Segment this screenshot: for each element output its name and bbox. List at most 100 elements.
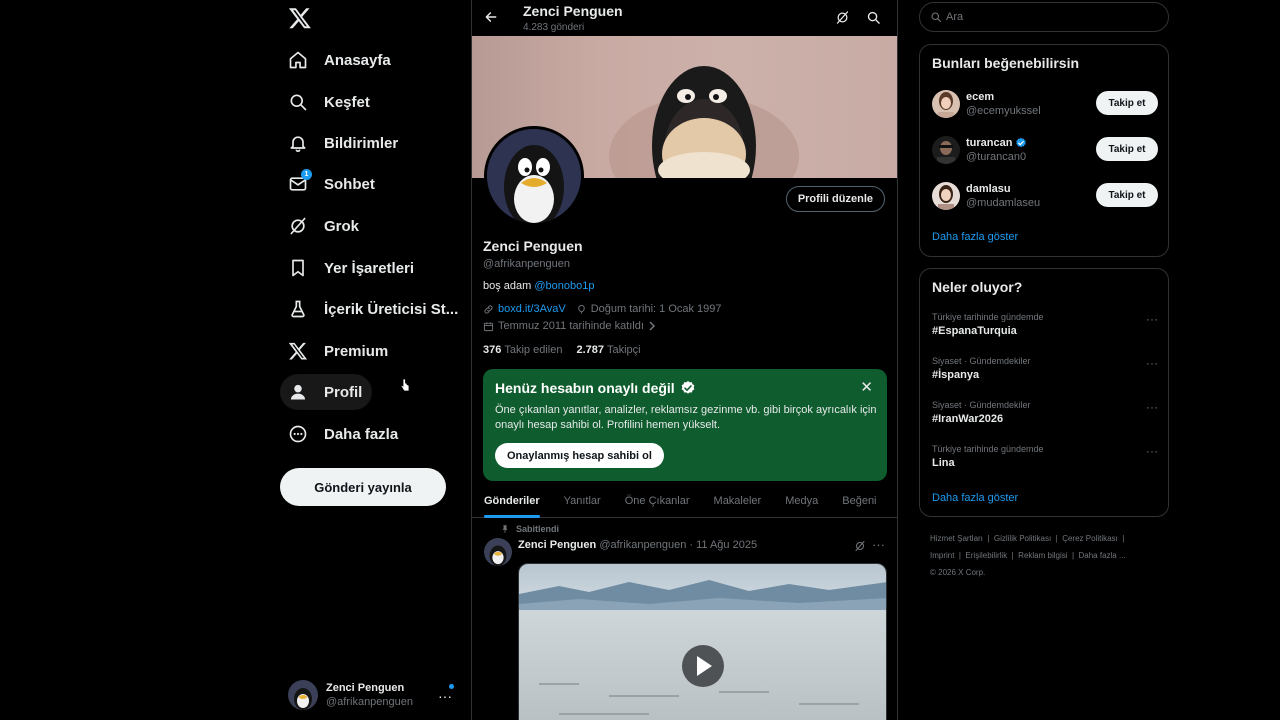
- tab-likes[interactable]: Beğeni: [830, 484, 888, 518]
- pinned-label: Sabitlendi: [516, 524, 560, 534]
- suggested-user-handle: @turancan0: [966, 151, 1027, 163]
- nav-label: Keşfet: [324, 93, 370, 111]
- account-name: Zenci Penguen: [326, 682, 405, 694]
- tab-replies[interactable]: Yanıtlar: [552, 484, 613, 518]
- more-icon[interactable]: ···: [1146, 400, 1158, 414]
- suggested-user[interactable]: turancan @turancan0 Takip et: [932, 134, 1158, 166]
- x-logo-icon[interactable]: [288, 6, 312, 30]
- follow-button[interactable]: Takip et: [1096, 183, 1158, 207]
- nav-label: Sohbet: [324, 175, 375, 193]
- followers-count: 2.787: [576, 344, 604, 356]
- left-nav: Anasayfa Keşfet Bildirimler 1 Sohbet Gro…: [280, 0, 470, 720]
- grok-icon[interactable]: [835, 10, 850, 25]
- calendar-icon: [483, 321, 494, 331]
- creator-studio-icon: [288, 299, 308, 319]
- account-switcher[interactable]: Zenci Penguen @afrikanpenguen ···: [288, 678, 464, 712]
- suggested-user[interactable]: ecem @ecemyukssel Takip et: [932, 88, 1158, 120]
- nav-item-chat[interactable]: 1 Sohbet: [280, 166, 385, 202]
- birthday: Doğum tarihi: 1 Ocak 1997: [590, 303, 722, 315]
- close-icon[interactable]: ✕: [860, 378, 873, 396]
- post-author[interactable]: Zenci Penguen: [518, 539, 596, 551]
- more-icon[interactable]: ···: [1146, 356, 1158, 370]
- nav-item-more[interactable]: Daha fazla: [280, 416, 408, 452]
- tab-highlights[interactable]: Öne Çıkanlar: [613, 484, 702, 518]
- nav-label: Daha fazla: [324, 425, 399, 443]
- profile-avatar[interactable]: [484, 126, 584, 226]
- show-more-link[interactable]: Daha fazla göster: [932, 492, 1018, 504]
- trend-title: #EspanaTurquia: [932, 325, 1017, 337]
- footer-link[interactable]: Imprint: [930, 551, 954, 560]
- profile-name: Zenci Penguen: [483, 238, 583, 254]
- show-more-link[interactable]: Daha fazla göster: [932, 231, 1018, 243]
- nav-item-profile[interactable]: Profil: [280, 374, 373, 410]
- tab-articles[interactable]: Makaleler: [702, 484, 774, 518]
- trend-item[interactable]: Türkiye tarihinde gündemde #EspanaTurqui…: [932, 312, 1158, 348]
- right-sidebar: Bunları beğenebilirsin ecem @ecemyukssel…: [919, 0, 1169, 720]
- followers-link[interactable]: 2.787 Takipçi: [576, 344, 640, 356]
- bookmark-icon: [288, 258, 308, 278]
- search-box[interactable]: [919, 2, 1169, 32]
- trend-item[interactable]: Türkiye tarihinde gündemde Lina ···: [932, 444, 1158, 480]
- search-icon[interactable]: [866, 10, 881, 25]
- trend-title: #İspanya: [932, 369, 980, 381]
- tab-media[interactable]: Medya: [773, 484, 830, 518]
- footer-link[interactable]: Gizlilik Politikası: [994, 534, 1051, 543]
- nav-item-explore[interactable]: Keşfet: [280, 84, 380, 120]
- verification-title-text: Henüz hesabın onaylı değil: [495, 380, 675, 396]
- tab-posts[interactable]: Gönderiler: [472, 484, 552, 518]
- follow-stats: 376 Takip edilen 2.787 Takipçi: [483, 344, 655, 356]
- footer-link[interactable]: Çerez Politikası: [1062, 534, 1118, 543]
- footer-link[interactable]: Erişilebilirlik: [965, 551, 1007, 560]
- nav-item-premium[interactable]: Premium: [280, 333, 398, 369]
- search-icon: [931, 12, 942, 23]
- more-icon[interactable]: ···: [872, 537, 885, 552]
- edit-profile-button[interactable]: Profili düzenle: [785, 186, 885, 212]
- nav-item-home[interactable]: Anasayfa: [280, 42, 401, 78]
- bio-text: boş adam: [483, 280, 532, 292]
- back-arrow-icon[interactable]: [484, 10, 498, 24]
- grok-icon[interactable]: [854, 540, 866, 552]
- nav-label: Profil: [324, 383, 363, 401]
- profile-joined-row[interactable]: Temmuz 2011 tarihinde katıldı: [483, 320, 656, 332]
- post-avatar[interactable]: [484, 538, 512, 566]
- footer-link[interactable]: Reklam bilgisi: [1018, 551, 1067, 560]
- nav-item-bookmarks[interactable]: Yer İşaretleri: [280, 250, 424, 286]
- post-button[interactable]: Gönderi yayınla: [280, 468, 446, 506]
- copyright: © 2026 X Corp.: [930, 568, 986, 577]
- footer-link[interactable]: Daha fazla ...: [1079, 551, 1126, 560]
- profile-tabs: Gönderiler Yanıtlar Öne Çıkanlar Makalel…: [472, 484, 897, 518]
- profile-meta-row: boxd.it/3AvaV Doğum tarihi: 1 Ocak 1997: [483, 303, 722, 315]
- search-icon: [288, 92, 308, 112]
- search-input[interactable]: [946, 11, 1146, 23]
- trend-item[interactable]: Siyaset · Gündemdekiler #IranWar2026 ···: [932, 400, 1158, 436]
- link-icon: [484, 304, 493, 314]
- mouse-cursor-icon: [400, 378, 410, 392]
- suggested-user-name: ecem: [966, 91, 995, 103]
- suggested-user[interactable]: damlasu @mudamlaseu Takip et: [932, 180, 1158, 212]
- notification-badge: 1: [301, 169, 312, 180]
- follow-button[interactable]: Takip et: [1096, 91, 1158, 115]
- following-link[interactable]: 376 Takip edilen: [483, 344, 562, 356]
- follow-button[interactable]: Takip et: [1096, 137, 1158, 161]
- more-icon[interactable]: ···: [1146, 444, 1158, 458]
- verified-badge-icon: [681, 381, 695, 394]
- nav-item-notifications[interactable]: Bildirimler: [280, 125, 408, 161]
- more-icon[interactable]: ···: [438, 688, 452, 704]
- account-handle: @afrikanpenguen: [326, 696, 414, 708]
- trend-item[interactable]: Siyaset · Gündemdekiler #İspanya ···: [932, 356, 1158, 392]
- trend-context: Siyaset · Gündemdekiler: [932, 400, 1031, 410]
- trend-context: Türkiye tarihinde gündemde: [932, 444, 1044, 454]
- nav-item-grok[interactable]: Grok: [280, 208, 369, 244]
- post-video[interactable]: [518, 563, 887, 720]
- footer-link[interactable]: Hizmet Şartları: [930, 534, 983, 543]
- bio-mention-link[interactable]: @bonobo1p: [534, 280, 594, 292]
- get-verified-button[interactable]: Onaylanmış hesap sahibi ol: [495, 443, 664, 468]
- website-link[interactable]: boxd.it/3AvaV: [498, 303, 566, 315]
- account-names: Zenci Penguen @afrikanpenguen: [326, 682, 413, 708]
- trends-title: Neler oluyor?: [932, 279, 1023, 295]
- more-circle-icon: [288, 424, 308, 444]
- avatar: [932, 136, 960, 164]
- more-icon[interactable]: ···: [1146, 312, 1158, 326]
- pinned-indicator: Sabitlendi: [500, 524, 559, 534]
- nav-item-creator-studio[interactable]: İçerik Üreticisi St...: [280, 291, 468, 327]
